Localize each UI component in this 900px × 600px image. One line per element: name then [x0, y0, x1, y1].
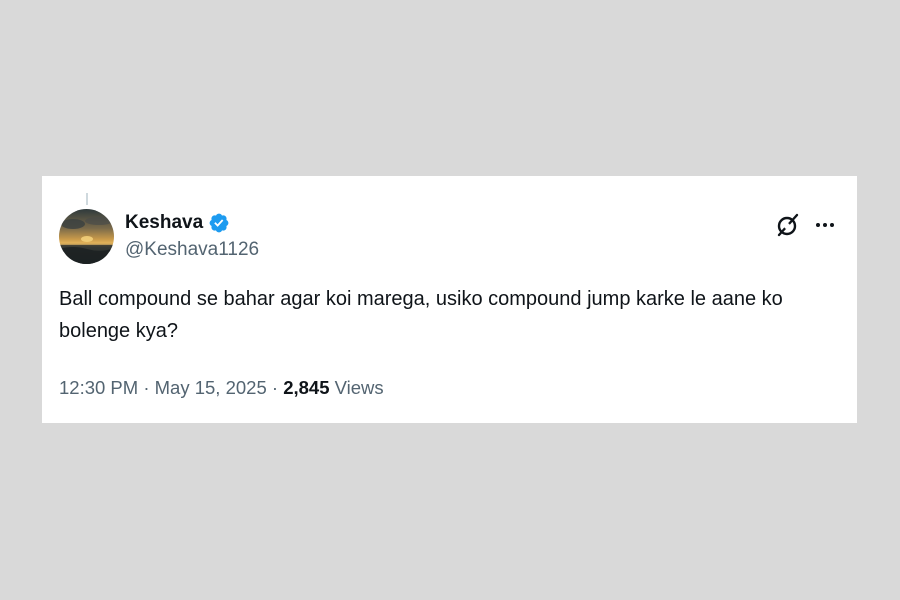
avatar[interactable]: [59, 209, 114, 264]
more-options-icon[interactable]: [812, 212, 838, 238]
verified-badge-icon[interactable]: [208, 212, 230, 234]
tweet-time[interactable]: 12:30 PM: [59, 377, 138, 398]
avatar-sunset-image: [59, 209, 114, 264]
meta-separator: ·: [143, 377, 150, 398]
views-label: Views: [334, 377, 384, 398]
thread-connector-line: [86, 193, 88, 205]
tweet-text: Ball compound se bahar agar koi marega, …: [59, 288, 783, 342]
author-handle[interactable]: @Keshava1126: [125, 239, 259, 261]
views-count[interactable]: 2,845: [283, 377, 329, 398]
author-display-name[interactable]: Keshava: [125, 212, 203, 234]
tweet-date[interactable]: May 15, 2025: [155, 377, 267, 398]
tweet-card[interactable]: Keshava @Keshava1126 Ball compound se ba…: [42, 176, 857, 423]
meta-separator: ·: [271, 377, 279, 398]
author-info[interactable]: Keshava @Keshava1126: [125, 210, 259, 261]
grok-icon[interactable]: [775, 212, 801, 238]
tweet-metadata: 12:30 PM · May 15, 2025 · 2,845 Views: [59, 377, 384, 399]
